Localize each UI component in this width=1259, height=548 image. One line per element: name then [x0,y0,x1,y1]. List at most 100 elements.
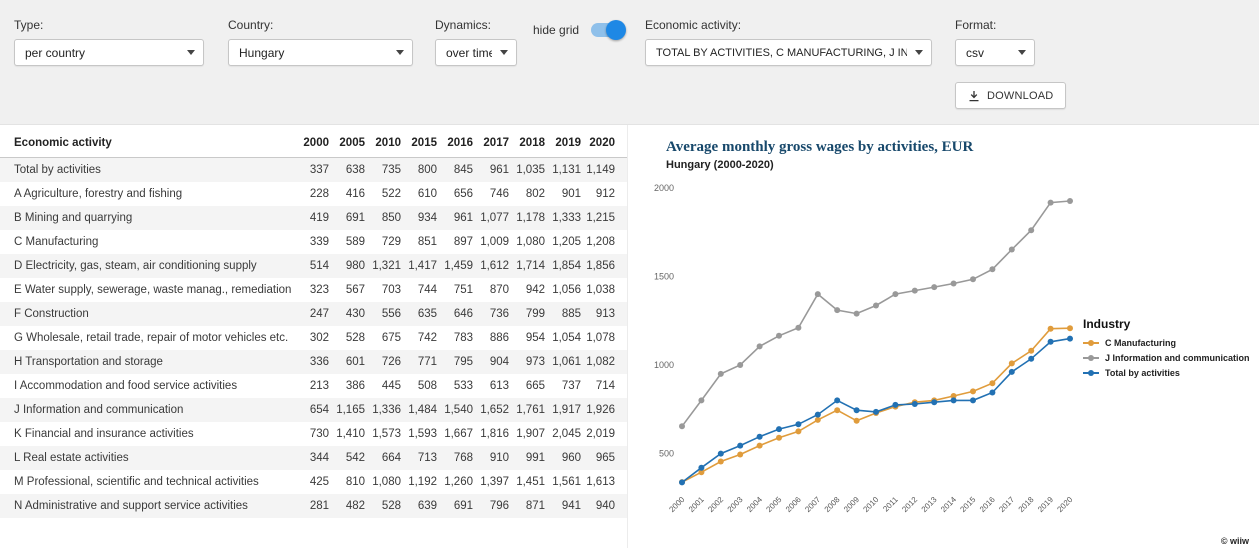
value-cell: 1,009 [475,230,511,254]
download-icon [968,90,980,102]
value-cell: 886 [475,326,511,350]
value-cell: 514 [295,254,331,278]
filter-dynamics-label: Dynamics: [435,18,517,32]
wages-line-chart[interactable]: 5001000150020002000200120022003200420052… [634,167,1086,547]
value-cell: 1,907 [511,422,547,446]
value-cell: 799 [511,302,547,326]
value-cell: 742 [403,326,439,350]
value-cell: 1,856 [583,254,628,278]
table-header: Economic activity20002005201020152016201… [0,125,628,158]
svg-text:2020: 2020 [1055,495,1074,514]
svg-text:2005: 2005 [764,495,783,514]
legend-item[interactable]: J Information and communication [1083,353,1259,363]
value-cell: 870 [475,278,511,302]
table-row: H Transportation and storage336601726771… [0,350,628,374]
legend-item[interactable]: Total by activities [1083,368,1259,378]
value-cell: 1,035 [511,158,547,183]
download-button[interactable]: DOWNLOAD [955,82,1066,109]
data-table-panel: Economic activity20002005201020152016201… [0,125,628,548]
value-cell: 795 [439,350,475,374]
column-header-year: 2015 [403,125,439,158]
filter-dynamics: Dynamics: over time [435,18,517,66]
value-cell: 934 [403,206,439,230]
value-cell: 703 [367,278,403,302]
activity-cell: K Financial and insurance activities [0,422,295,446]
value-cell: 973 [511,350,547,374]
value-cell: 783 [439,326,475,350]
table-row: G Wholesale, retail trade, repair of mot… [0,326,628,350]
value-cell: 508 [403,374,439,398]
economic-activity-dropdown[interactable]: TOTAL BY ACTIVITIES, C MANUFACTURING, J … [645,39,932,66]
value-cell: 730 [295,422,331,446]
svg-text:2004: 2004 [745,495,764,514]
value-cell: 542 [331,446,367,470]
legend-item[interactable]: C Manufacturing [1083,338,1259,348]
value-cell: 656 [439,182,475,206]
svg-text:2009: 2009 [842,495,861,514]
value-cell: 913 [583,302,628,326]
legend-label: Total by activities [1105,368,1180,378]
activity-cell: C Manufacturing [0,230,295,254]
country-dropdown[interactable]: Hungary [228,39,413,66]
filter-country-label: Country: [228,18,413,32]
svg-text:2001: 2001 [687,495,706,514]
type-dropdown-value: per country [25,46,179,60]
value-cell: 1,061 [547,350,583,374]
value-cell: 1,761 [511,398,547,422]
activity-cell: I Accommodation and food service activit… [0,374,295,398]
svg-text:2008: 2008 [823,495,842,514]
format-dropdown[interactable]: csv [955,39,1035,66]
activity-cell: M Professional, scientific and technical… [0,470,295,494]
value-cell: 1,205 [547,230,583,254]
hide-grid-toggle[interactable] [590,20,626,40]
svg-text:2013: 2013 [920,495,939,514]
value-cell: 713 [403,446,439,470]
svg-text:1500: 1500 [654,271,674,281]
value-cell: 942 [511,278,547,302]
svg-text:2003: 2003 [726,495,745,514]
svg-text:2017: 2017 [997,495,1016,514]
value-cell: 1,561 [547,470,583,494]
chevron-down-icon [500,50,508,55]
value-cell: 845 [439,158,475,183]
value-cell: 736 [475,302,511,326]
value-cell: 1,215 [583,206,628,230]
value-cell: 639 [403,494,439,518]
value-cell: 1,078 [583,326,628,350]
value-cell: 1,714 [511,254,547,278]
svg-text:2007: 2007 [803,495,822,514]
svg-text:2014: 2014 [939,495,958,514]
value-cell: 1,573 [367,422,403,446]
svg-text:500: 500 [659,449,674,459]
activity-cell: J Information and communication [0,398,295,422]
type-dropdown[interactable]: per country [14,39,204,66]
activity-cell: B Mining and quarrying [0,206,295,230]
value-cell: 665 [511,374,547,398]
value-cell: 528 [367,494,403,518]
svg-text:2016: 2016 [978,495,997,514]
svg-text:2018: 2018 [1017,495,1036,514]
value-cell: 613 [475,374,511,398]
filter-format-label: Format: [955,18,1035,32]
table-row: E Water supply, sewerage, waste manag., … [0,278,628,302]
svg-text:2010: 2010 [861,495,880,514]
filter-economic-activity-label: Economic activity: [645,18,932,32]
column-header-year: 2000 [295,125,331,158]
svg-text:2002: 2002 [706,495,725,514]
dynamics-dropdown[interactable]: over time [435,39,517,66]
value-cell: 213 [295,374,331,398]
activity-cell: N Administrative and support service act… [0,494,295,518]
table-header-row: Economic activity20002005201020152016201… [0,125,628,158]
value-cell: 1,056 [547,278,583,302]
value-cell: 810 [331,470,367,494]
value-cell: 910 [475,446,511,470]
value-cell: 991 [511,446,547,470]
value-cell: 1,082 [583,350,628,374]
value-cell: 646 [439,302,475,326]
activity-cell: A Agriculture, forestry and fishing [0,182,295,206]
column-header-activity: Economic activity [0,125,295,158]
value-cell: 589 [331,230,367,254]
table-body: Total by activities3376387358008459611,0… [0,158,628,519]
value-cell: 802 [511,182,547,206]
format-dropdown-value: csv [966,46,1010,60]
